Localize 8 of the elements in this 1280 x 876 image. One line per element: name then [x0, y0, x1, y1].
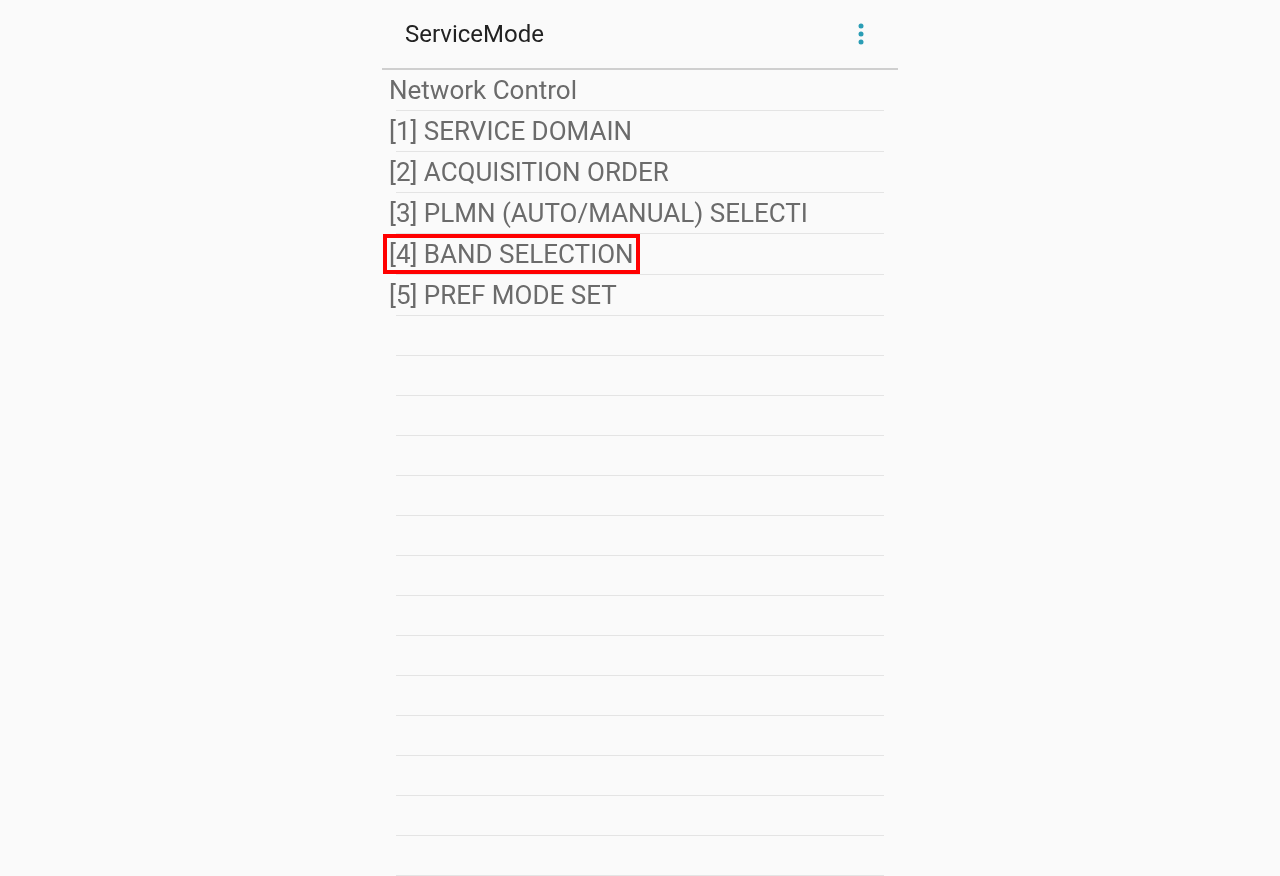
menu-item[interactable]: [3] PLMN (AUTO/MANUAL) SELECTI	[383, 193, 814, 233]
menu-item[interactable]: [4] BAND SELECTION	[383, 234, 640, 274]
more-options-icon[interactable]	[858, 23, 864, 45]
menu-item[interactable]: Network Control	[383, 70, 583, 110]
app-title: ServiceMode	[405, 19, 544, 50]
menu-item[interactable]: [5] PREF MODE SET	[383, 275, 623, 315]
menu-item[interactable]: [2] ACQUISITION ORDER	[383, 152, 675, 192]
menu-item[interactable]: [1] SERVICE DOMAIN	[383, 111, 639, 151]
